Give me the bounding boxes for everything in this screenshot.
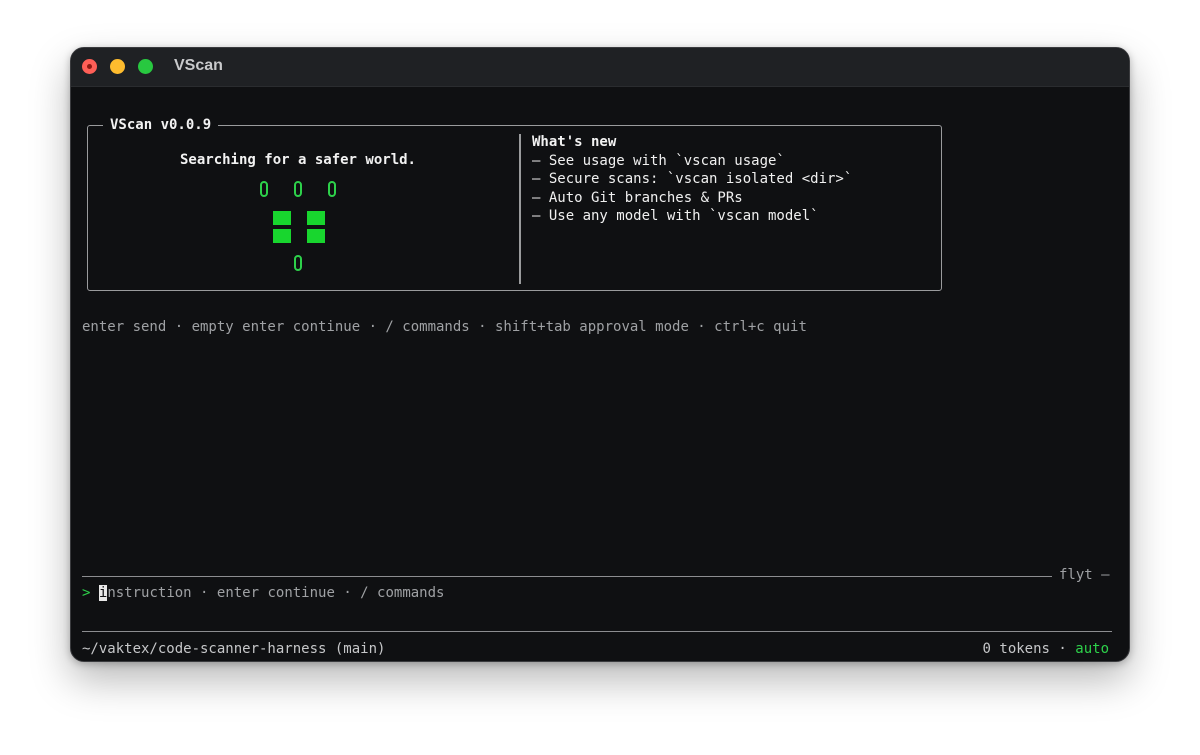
- current-directory: ~/vaktex/code-scanner-harness (main): [82, 641, 386, 657]
- approval-mode[interactable]: auto: [1075, 641, 1109, 657]
- banner-tagline: Searching for a safer world.: [179, 152, 416, 168]
- minimize-button[interactable]: [110, 59, 125, 74]
- robot-body-block: [307, 211, 325, 225]
- whats-new-title: What's new: [532, 134, 617, 150]
- banner-title: VScan v0.0.9: [103, 116, 219, 134]
- input-placeholder: nstruction · enter continue · / commands: [107, 585, 445, 601]
- robot-foot-icon: [294, 255, 302, 271]
- input-label: flyt —: [1059, 567, 1110, 583]
- zoom-button[interactable]: [138, 59, 153, 74]
- window-title: VScan: [174, 57, 223, 74]
- title-bar: VScan: [71, 48, 1129, 87]
- input-top-divider: [82, 576, 1052, 577]
- status-divider: [82, 631, 1112, 632]
- robot-eye-center-icon: [294, 181, 302, 197]
- whats-new-item: – Auto Git branches & PRs: [532, 190, 743, 206]
- keyboard-hints: enter send · empty enter continue · / co…: [82, 319, 807, 335]
- instruction-input[interactable]: > instruction · enter continue · / comma…: [82, 585, 444, 601]
- prompt-chevron-icon: >: [82, 585, 91, 601]
- token-count: 0 tokens: [982, 641, 1050, 657]
- robot-eye-right-icon: [328, 181, 336, 197]
- whats-new-item: – See usage with `vscan usage`: [532, 153, 785, 169]
- terminal-window: VScan VScan v0.0.9 Searching for a safer…: [70, 47, 1130, 662]
- robot-body-block: [307, 229, 325, 243]
- whats-new-item: – Secure scans: `vscan isolated <dir>`: [532, 171, 853, 187]
- close-button[interactable]: [82, 59, 97, 74]
- robot-body-block: [273, 211, 291, 225]
- welcome-banner: VScan v0.0.9 Searching for a safer world…: [87, 116, 942, 291]
- robot-eye-left-icon: [260, 181, 268, 197]
- robot-body-block: [273, 229, 291, 243]
- banner-divider: [519, 134, 521, 284]
- whats-new-item: – Use any model with `vscan model`: [532, 208, 819, 224]
- status-separator: ·: [1058, 641, 1067, 657]
- status-right: 0 tokens · auto: [983, 641, 1109, 657]
